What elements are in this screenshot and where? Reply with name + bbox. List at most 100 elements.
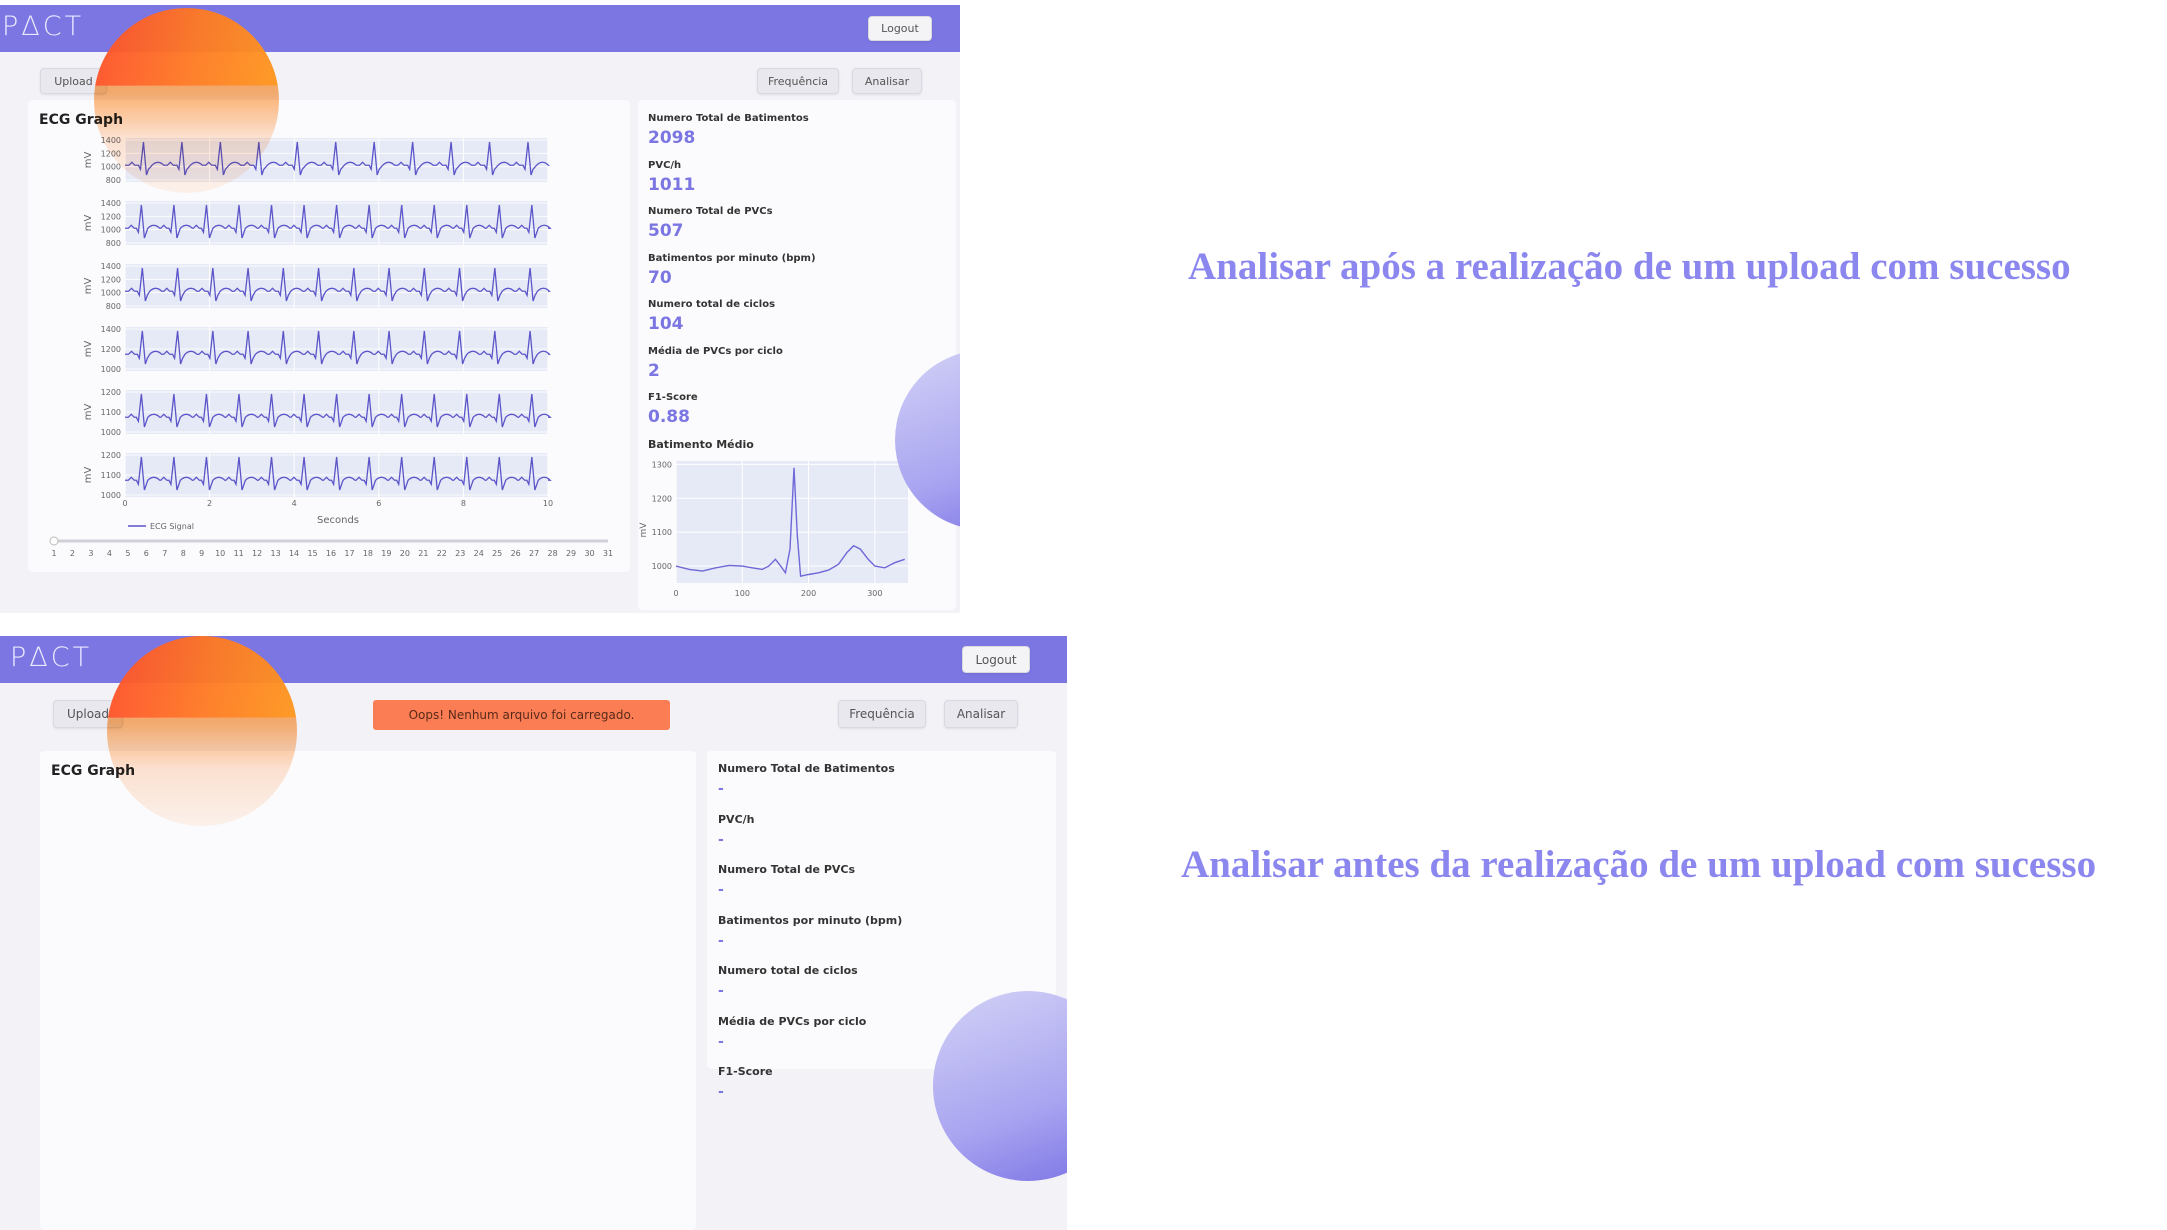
stat-label: Batimentos por minuto (bpm) xyxy=(648,252,816,264)
stat-label: Numero total de ciclos xyxy=(648,299,776,310)
ecg-y-tick-label: 1000 xyxy=(101,365,121,374)
avg-x-tick-label: 0 xyxy=(673,589,678,598)
stat-item: Numero Total de PVCs - xyxy=(718,863,855,898)
ecg-y-tick-label: 1200 xyxy=(101,345,121,354)
ecg-x-tick-label: 2 xyxy=(207,499,212,508)
avg-x-tick-label: 300 xyxy=(867,589,882,598)
ecg-y-tick-label: 1400 xyxy=(101,199,121,208)
stat-value: - xyxy=(718,1084,724,1100)
stat-item: Numero Total de Batimentos 2098 xyxy=(648,113,809,148)
ecg-slider-tick-label: 13 xyxy=(271,549,281,558)
ecg-slider-tick-label: 30 xyxy=(584,549,594,558)
avg-y-tick-label: 1000 xyxy=(652,562,672,571)
ecg-x-tick-label: 0 xyxy=(122,499,127,508)
ecg-slider-tick-label: 20 xyxy=(400,549,410,558)
app-logo: PΔCT xyxy=(2,11,85,42)
ecg-slider-tick-label: 3 xyxy=(88,549,93,558)
analyze-button[interactable]: Analisar xyxy=(944,700,1018,728)
ecg-y-tick-label: 800 xyxy=(106,302,121,311)
ecg-slider-tick-label: 28 xyxy=(548,549,558,558)
stat-label: Numero Total de Batimentos xyxy=(648,113,809,124)
stat-value: 2 xyxy=(648,360,660,381)
ecg-y-tick-label: 1200 xyxy=(101,388,121,397)
ecg-slider-tick-label: 10 xyxy=(215,549,225,558)
stat-label: Numero Total de Batimentos xyxy=(718,762,895,775)
frequency-button[interactable]: Frequência xyxy=(757,68,839,94)
ecg-slider-tick-label: 7 xyxy=(162,549,167,558)
stat-item: PVC/h 1011 xyxy=(648,160,695,195)
ecg-y-axis-label: mV xyxy=(83,467,94,484)
stat-label: Numero Total de PVCs xyxy=(718,863,856,876)
ecg-graph-card: ECG Graph 140012001000800mV1400120010008… xyxy=(28,100,630,572)
ecg-slider-tick-label: 29 xyxy=(566,549,576,558)
ecg-y-tick-label: 1000 xyxy=(101,289,121,298)
ecg-y-tick-label: 1000 xyxy=(101,491,121,500)
ecg-chart[interactable]: 140012001000800mV140012001000800mV140012… xyxy=(28,100,630,572)
stat-value: - xyxy=(718,781,724,797)
caption-after-upload: Analisar após a realização de um upload … xyxy=(1188,245,2071,288)
ecg-x-tick-label: 4 xyxy=(292,499,297,508)
ecg-slider-tick-label: 5 xyxy=(125,549,130,558)
stat-item: PVC/h - xyxy=(718,813,755,848)
top-screenshot-panel: PΔCT Logout Upload Frequência Analisar E… xyxy=(0,5,960,613)
stat-value: 1011 xyxy=(648,174,696,195)
ecg-y-tick-label: 1000 xyxy=(101,226,121,235)
ecg-slider-tick-label: 24 xyxy=(474,549,484,558)
analyze-button[interactable]: Analisar xyxy=(852,68,922,94)
stats-card: Numero Total de Batimentos 2098 PVC/h 1011 N… xyxy=(638,100,956,610)
avg-y-tick-label: 1300 xyxy=(652,460,672,469)
ecg-slider-tick-label: 12 xyxy=(252,549,262,558)
ecg-legend-label: ECG Signal xyxy=(150,522,194,531)
stat-item: F1-Score - xyxy=(718,1065,773,1100)
frequency-button[interactable]: Frequência xyxy=(838,700,926,728)
ecg-slider-tick-label: 23 xyxy=(455,549,465,558)
ecg-y-axis-label: mV xyxy=(83,341,94,358)
avg-y-axis-label: mV xyxy=(639,522,649,538)
ecg-y-tick-label: 1400 xyxy=(101,262,121,271)
logout-button[interactable]: Logout xyxy=(868,16,932,41)
ecg-row-background xyxy=(125,264,548,308)
stat-item: Batimentos por minuto (bpm) - xyxy=(718,914,902,949)
ecg-slider-tick-label: 11 xyxy=(234,549,244,558)
logout-button[interactable]: Logout xyxy=(962,646,1030,673)
ecg-y-tick-label: 1200 xyxy=(101,451,121,460)
stat-item: Média de PVCs por ciclo 2 xyxy=(648,346,783,381)
stat-item: Numero Total de Batimentos - xyxy=(718,762,895,797)
ecg-slider-tick-label: 22 xyxy=(437,549,447,558)
ecg-graph-card-empty: ECG Graph xyxy=(40,751,696,1230)
avg-y-tick-label: 1100 xyxy=(652,528,672,537)
stat-label: PVC/h xyxy=(718,812,755,826)
ecg-slider-tick-label: 21 xyxy=(418,549,428,558)
average-beat-title: Batimento Médio xyxy=(648,438,754,451)
stat-value: 2098 xyxy=(648,128,696,148)
stat-item: Batimentos por minuto (bpm) 70 xyxy=(648,253,816,288)
ecg-slider-tick-label: 6 xyxy=(144,549,149,558)
caption-before-upload: Analisar antes da realização de um uploa… xyxy=(1181,843,2097,886)
stat-value: 104 xyxy=(648,314,684,334)
ecg-x-tick-label: 8 xyxy=(461,499,466,508)
ecg-y-axis-label: mV xyxy=(83,278,94,295)
bottom-screenshot-panel: PΔCT Logout Upload Oops! Nenhum arquivo … xyxy=(0,636,1067,1230)
stat-value: - xyxy=(718,1033,724,1050)
ecg-slider-handle xyxy=(49,536,59,546)
ecg-slider-tick-label: 1 xyxy=(51,549,56,558)
ecg-slider-tick-label: 18 xyxy=(363,549,373,558)
average-beat-chart[interactable]: 1300 1200 1100 1000 0 100 200 300 mV xyxy=(638,455,928,605)
ecg-y-tick-label: 1000 xyxy=(101,163,121,172)
ecg-slider-tick-label: 27 xyxy=(529,549,539,558)
ecg-y-tick-label: 800 xyxy=(106,176,121,185)
stat-value: - xyxy=(718,831,724,848)
stat-item: Média de PVCs por ciclo - xyxy=(718,1015,866,1050)
ecg-y-axis-label: mV xyxy=(83,404,94,421)
avg-x-tick-label: 100 xyxy=(735,589,750,598)
stat-value: - xyxy=(718,983,724,999)
ecg-slider-tick-label: 16 xyxy=(326,549,336,558)
ecg-y-axis-label: mV xyxy=(83,215,94,232)
ecg-y-tick-label: 1100 xyxy=(101,471,121,480)
stat-item: Numero Total de PVCs 507 xyxy=(648,206,773,241)
ecg-y-tick-label: 800 xyxy=(106,239,121,248)
ecg-slider-tick-label: 14 xyxy=(289,549,299,558)
stat-value: 507 xyxy=(648,221,684,241)
stat-value: 0.88 xyxy=(648,407,690,427)
ecg-slider-tick-label: 8 xyxy=(181,549,186,558)
